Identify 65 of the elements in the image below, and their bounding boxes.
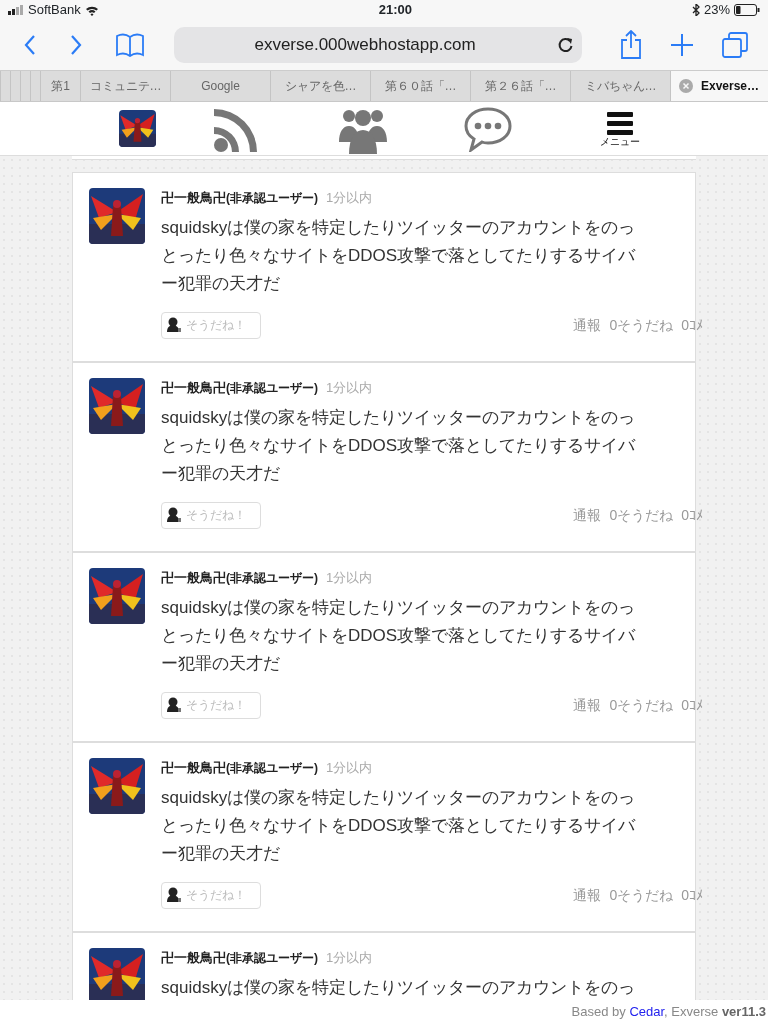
agree-count: 0そうだね <box>609 315 674 335</box>
post-time: 1分以内 <box>326 379 373 397</box>
comment-count: 0ｺﾒ <box>681 695 703 715</box>
author-name: 卍一般鳥卍 <box>161 569 226 587</box>
post-time: 1分以内 <box>326 189 373 207</box>
comment-count: 0ｺﾒ <box>681 885 703 905</box>
post-text: squidskyは僕の家を特定したりツイッターのアカウントをのっ <box>161 976 637 999</box>
cedar-link[interactable]: Cedar <box>629 1004 665 1019</box>
person-icon <box>166 507 182 523</box>
agree-count: 0そうだね <box>609 885 674 905</box>
agree-count: 0そうだね <box>609 695 674 715</box>
menu-label: メニュー <box>600 136 640 147</box>
clock-time: 21:00 <box>378 2 412 18</box>
menu-button[interactable]: メニュー <box>600 110 640 147</box>
post-time: 1分以内 <box>326 569 373 587</box>
comment-count: 0ｺﾒ <box>681 505 703 525</box>
person-icon <box>166 317 182 333</box>
agree-count: 0そうだね <box>609 505 674 525</box>
post-text: squidskyは僕の家を特定したりツイッターのアカウントをのっとったり色々なサイトをDDOS攻撃で落としてたりするサイバー犯罪の天才だ <box>161 596 637 675</box>
post-text: squidskyは僕の家を特定したりツイッターのアカウントをのっとったり色々なサイトをDDOS攻撃で落としてたりするサイバー犯罪の天才だ <box>161 786 637 865</box>
browser-tab[interactable]: シャアを色… <box>270 71 370 101</box>
back-icon[interactable] <box>24 34 36 56</box>
chat-icon[interactable] <box>462 105 513 152</box>
report-link[interactable]: 通報 <box>573 884 602 906</box>
report-link[interactable]: 通報 <box>573 314 602 336</box>
person-icon <box>166 697 182 713</box>
tabs-icon[interactable] <box>722 32 748 58</box>
bluetooth-icon <box>691 4 700 16</box>
post-text: squidskyは僕の家を特定したりツイッターのアカウントをのっとったり色々なサイトをDDOS攻撃で落としてたりするサイバー犯罪の天才だ <box>161 216 637 295</box>
author-name: 卍一般鳥卍 <box>161 189 226 207</box>
browser-tab[interactable]: 第２６話「… <box>470 71 570 101</box>
user-status: (非承認ユーザー) <box>226 570 318 587</box>
close-icon[interactable] <box>679 79 693 93</box>
forward-icon[interactable] <box>70 34 82 56</box>
new-tab-icon[interactable] <box>670 33 694 57</box>
post-time: 1分以内 <box>326 759 373 777</box>
user-status: (非承認ユーザー) <box>226 950 318 967</box>
bookmarks-icon[interactable] <box>116 33 144 57</box>
person-icon <box>166 887 182 903</box>
author-name: 卍一般鳥卍 <box>161 759 226 777</box>
browser-tab[interactable]: Exverse… <box>670 71 768 101</box>
carrier-name: SoftBank <box>28 1 81 20</box>
post-text: squidskyは僕の家を特定したりツイッターのアカウントをのっとったり色々なサイトをDDOS攻撃で落としてたりするサイバー犯罪の天才だ <box>161 406 637 485</box>
footer-text: Based by Cedar, Exverse ver11.3 <box>0 1000 768 1024</box>
report-link[interactable]: 通報 <box>573 504 602 526</box>
browser-tab[interactable]: 第1 <box>40 71 80 101</box>
user-status: (非承認ユーザー) <box>226 190 318 207</box>
report-link[interactable]: 通報 <box>573 694 602 716</box>
reload-icon[interactable] <box>556 36 574 54</box>
comment-count: 0ｺﾒ <box>681 315 703 335</box>
browser-tab[interactable]: 第６０話「… <box>370 71 470 101</box>
menu-icon[interactable] <box>607 110 633 137</box>
battery-percent: 23% <box>703 1 730 20</box>
browser-tab[interactable]: Google <box>170 71 270 101</box>
user-status: (非承認ユーザー) <box>226 760 318 777</box>
battery-icon <box>734 4 760 16</box>
wifi-icon <box>84 4 99 16</box>
address-field[interactable]: exverse.000webhostapp.com <box>174 27 582 63</box>
author-name: 卍一般鳥卍 <box>161 949 226 967</box>
user-status: (非承認ユーザー) <box>226 380 318 397</box>
signal-icon <box>8 5 24 15</box>
share-icon[interactable] <box>620 30 642 60</box>
author-name: 卍一般鳥卍 <box>161 379 226 397</box>
browser-tab[interactable]: コミュニテ… <box>80 71 170 101</box>
post-time: 1分以内 <box>326 949 373 967</box>
